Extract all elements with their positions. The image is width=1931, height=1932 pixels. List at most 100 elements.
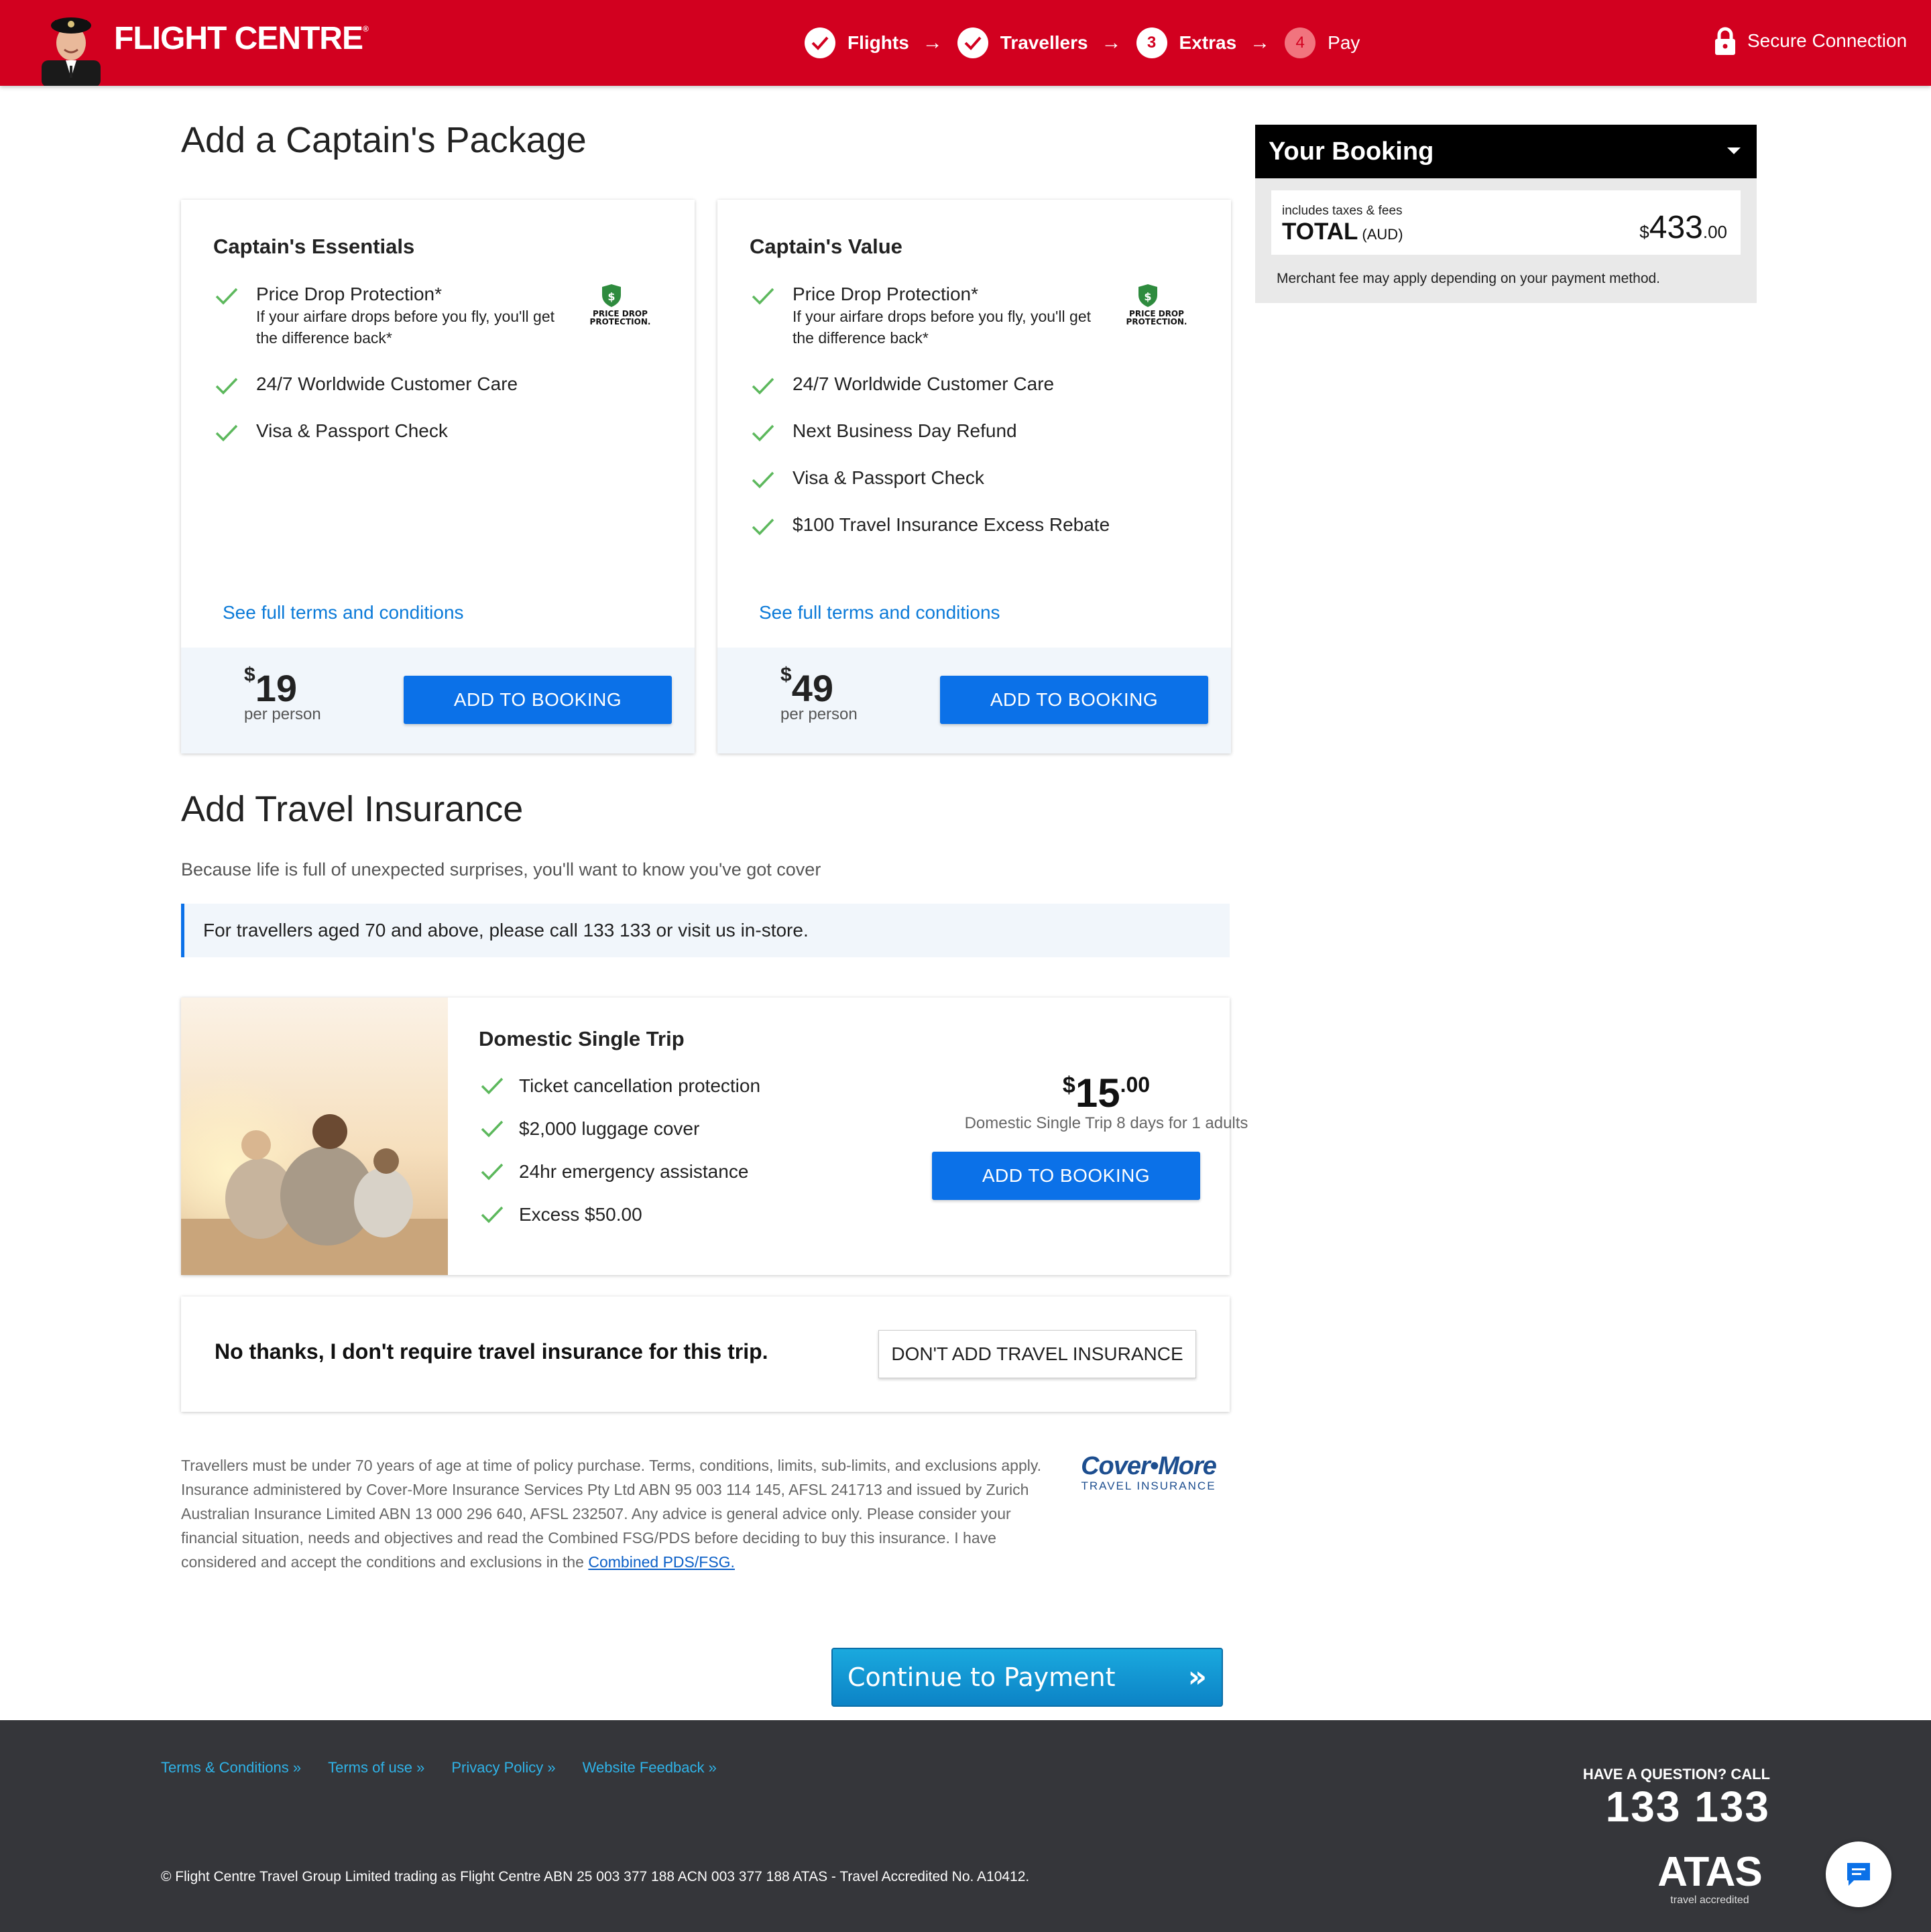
plan-description: Domestic Single Trip 8 days for 1 adults [964, 1114, 1248, 1132]
check-icon [752, 424, 774, 442]
double-chevron-right-icon: » [1187, 1660, 1207, 1694]
total-label: TOTAL (AUD) [1282, 219, 1403, 245]
secure-label: Secure Connection [1747, 30, 1908, 51]
feature-item: Ticket cancellation protection [480, 1073, 760, 1115]
add-insurance-button[interactable]: ADD TO BOOKING [932, 1152, 1200, 1200]
plan-price: $15.00 [1062, 1071, 1151, 1115]
site-footer: Terms & Conditions » Terms of use » Priv… [0, 1720, 1931, 1932]
check-circle-icon [957, 27, 988, 58]
plan-title: Domestic Single Trip [479, 1027, 685, 1050]
feature-item: Price Drop Protection* If your airfare d… [750, 283, 1179, 349]
chat-bubble-icon [1847, 1863, 1870, 1886]
step-travellers[interactable]: Travellers [957, 27, 1102, 58]
check-icon [752, 377, 774, 395]
merchant-note: Merchant fee may apply depending on your… [1277, 271, 1661, 286]
contact-phone: HAVE A QUESTION? CALL 133 133 [1582, 1766, 1770, 1831]
atas-logo: ATAS travel accredited [1657, 1849, 1763, 1907]
secure-connection: Secure Connection [1714, 27, 1907, 55]
add-value-button[interactable]: ADD TO BOOKING [940, 676, 1208, 724]
check-icon [215, 424, 238, 442]
package-features: Price Drop Protection* If your airfare d… [213, 283, 642, 467]
arrow-right-icon: → [922, 32, 943, 54]
family-beach-image [181, 998, 448, 1275]
continue-to-payment-button[interactable]: Continue to Payment » [831, 1648, 1223, 1707]
brand-logo[interactable]: FLIGHT CENTRE® [114, 20, 369, 57]
price-drop-protection-badge: $ PRICE DROP PROTECTION. [590, 284, 651, 326]
price-unit: per person [780, 705, 858, 723]
dont-add-insurance-button[interactable]: DON'T ADD TRAVEL INSURANCE [878, 1330, 1196, 1378]
svg-text:PROTECTION.: PROTECTION. [590, 317, 651, 326]
price-unit: per person [244, 705, 321, 723]
chat-button[interactable] [1826, 1842, 1891, 1907]
package-footer: $19 per person ADD TO BOOKING [181, 648, 695, 753]
check-icon [752, 288, 774, 305]
footer-link-feedback[interactable]: Website Feedback » [583, 1759, 717, 1776]
svg-text:$: $ [607, 290, 615, 303]
step-label: Flights [847, 32, 909, 53]
decline-text: No thanks, I don't require travel insura… [215, 1339, 768, 1364]
pds-fsg-link[interactable]: Combined PDS/FSG. [588, 1553, 735, 1571]
feature-item: Excess $50.00 [480, 1201, 760, 1244]
pilot-mascot-image [42, 17, 101, 86]
step-pay: 4 Pay [1285, 27, 1373, 58]
caret-down-icon [1727, 147, 1741, 154]
step-flights[interactable]: Flights [805, 27, 923, 58]
plan-features: Ticket cancellation protection $2,000 lu… [480, 1073, 760, 1244]
package-card-value: Captain's Value Price Drop Protection* I… [717, 200, 1231, 753]
package-footer: $49 per person ADD TO BOOKING [717, 648, 1231, 753]
feature-item: Visa & Passport Check [750, 467, 1179, 489]
footer-link-terms-of-use[interactable]: Terms of use » [328, 1759, 424, 1776]
age-notice: For travellers aged 70 and above, please… [181, 904, 1230, 957]
packages-heading: Add a Captain's Package [181, 120, 587, 160]
package-price: $19 [244, 664, 297, 709]
feature-item: Next Business Day Refund [750, 420, 1179, 442]
feature-item: 24hr emergency assistance [480, 1158, 760, 1201]
lock-icon [1715, 27, 1735, 55]
check-icon [752, 518, 774, 536]
step-label: Extras [1179, 32, 1237, 53]
feature-item: Visa & Passport Check [213, 420, 642, 442]
insurance-plan-card: Domestic Single Trip Ticket cancellation… [181, 998, 1248, 1275]
total-amount: $433.00 [1639, 210, 1727, 245]
decline-insurance-card: No thanks, I don't require travel insura… [181, 1296, 1230, 1412]
footer-link-terms-conditions[interactable]: Terms & Conditions » [161, 1759, 301, 1776]
check-icon [752, 471, 774, 489]
terms-link[interactable]: See full terms and conditions [759, 602, 1000, 623]
add-essentials-button[interactable]: ADD TO BOOKING [404, 676, 672, 724]
step-number-badge: 3 [1136, 27, 1167, 58]
package-title: Captain's Value [750, 235, 902, 258]
booking-summary: Your Booking includes taxes & fees TOTAL… [1255, 125, 1757, 303]
step-number-badge: 4 [1285, 27, 1316, 58]
package-card-essentials: Captain's Essentials Price Drop Protecti… [181, 200, 695, 753]
svg-text:PROTECTION.: PROTECTION. [1126, 317, 1187, 326]
site-header: FLIGHT CENTRE® Flights → Travellers → 3 … [0, 0, 1931, 86]
check-icon [481, 1120, 504, 1138]
check-circle-icon [805, 27, 835, 58]
insurance-heading: Add Travel Insurance [181, 789, 524, 829]
package-features: Price Drop Protection* If your airfare d… [750, 283, 1179, 560]
feature-item: $2,000 luggage cover [480, 1115, 760, 1158]
check-icon [215, 377, 238, 395]
terms-link[interactable]: See full terms and conditions [223, 602, 464, 623]
feature-item: $100 Travel Insurance Excess Rebate [750, 514, 1179, 536]
footer-links: Terms & Conditions » Terms of use » Priv… [161, 1759, 744, 1776]
copyright: © Flight Centre Travel Group Limited tra… [161, 1869, 1030, 1884]
footer-link-privacy[interactable]: Privacy Policy » [451, 1759, 555, 1776]
svg-text:$: $ [1144, 290, 1151, 303]
check-icon [481, 1077, 504, 1095]
arrow-right-icon: → [1250, 32, 1271, 54]
booking-toggle[interactable]: Your Booking [1255, 125, 1757, 178]
booking-title: Your Booking [1269, 137, 1434, 166]
insurance-legal-text: Travellers must be under 70 years of age… [181, 1457, 1042, 1571]
taxes-note: includes taxes & fees [1282, 204, 1403, 218]
price-drop-protection-badge: $ PRICE DROP PROTECTION. [1126, 284, 1187, 326]
insurance-subheading: Because life is full of unexpected surpr… [181, 859, 821, 880]
package-price: $49 [780, 664, 833, 709]
booking-total: includes taxes & fees TOTAL (AUD) $433.00 [1271, 190, 1741, 255]
progress-steps: Flights → Travellers → 3 Extras → 4 Pay [805, 25, 1373, 60]
check-icon [481, 1163, 504, 1181]
covermore-logo: Cover•More TRAVEL INSURANCE [1081, 1452, 1217, 1492]
step-label: Travellers [1000, 32, 1088, 53]
step-label: Pay [1328, 32, 1360, 53]
step-extras: 3 Extras [1136, 27, 1250, 58]
